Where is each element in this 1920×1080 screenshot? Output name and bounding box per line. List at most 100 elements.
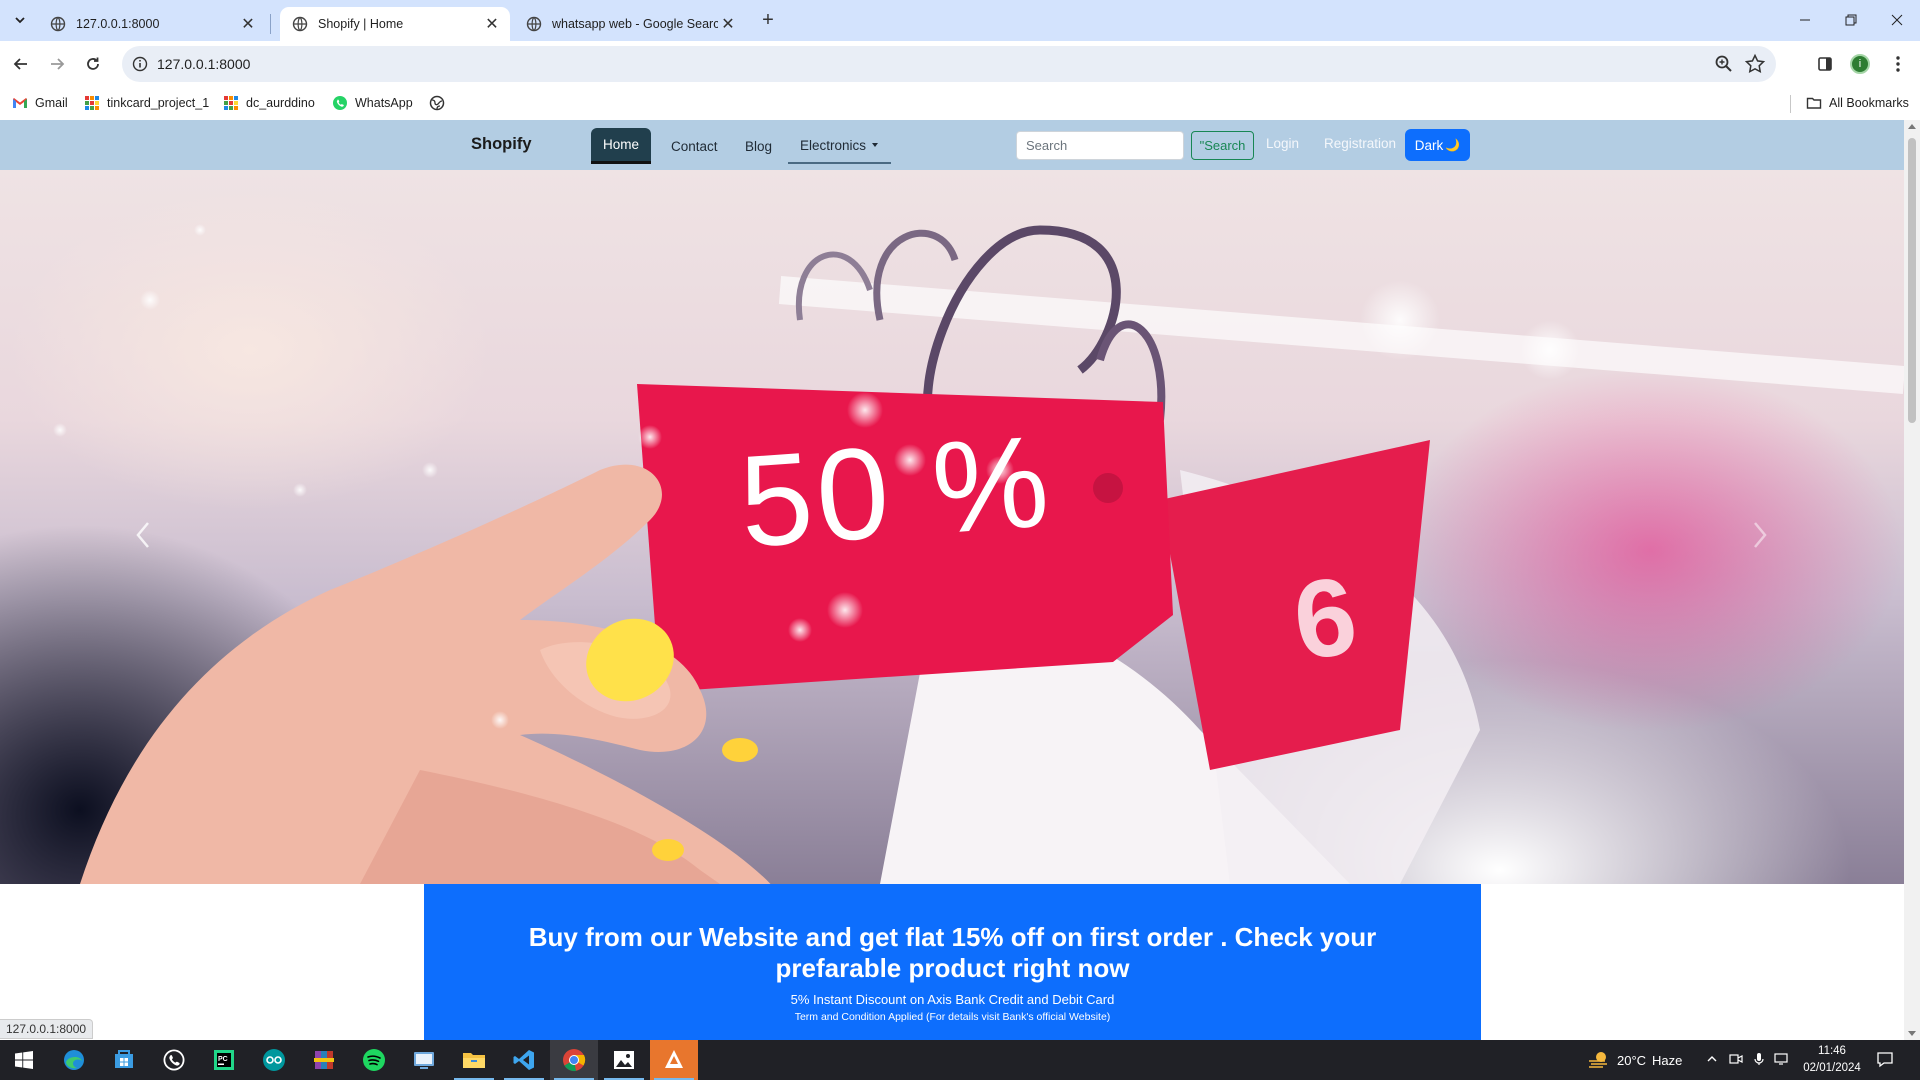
address-bar[interactable]: 127.0.0.1:8000 — [122, 46, 1776, 82]
taskbar-file-explorer[interactable] — [450, 1040, 498, 1080]
globe-icon — [429, 95, 445, 111]
forward-button[interactable] — [42, 49, 72, 79]
bookmark-tinkcard[interactable]: tinkcard_project_1 — [84, 92, 209, 114]
whatsapp-icon — [333, 96, 347, 110]
taskbar-sublime[interactable] — [650, 1040, 698, 1080]
gmail-icon — [13, 98, 27, 108]
all-bookmarks-label: All Bookmarks — [1829, 96, 1909, 110]
archive-icon — [314, 1051, 334, 1069]
caret-down-icon — [872, 143, 879, 147]
search-input[interactable] — [1016, 131, 1184, 160]
dark-mode-label: Dark — [1414, 137, 1444, 153]
side-panel-button[interactable] — [1810, 49, 1840, 79]
nav-blog[interactable]: Blog — [733, 128, 784, 164]
weather-desc: Haze — [1652, 1052, 1683, 1068]
taskbar-edge[interactable] — [50, 1040, 98, 1080]
all-bookmarks-button[interactable]: All Bookmarks — [1806, 92, 1909, 114]
scrollbar-thumb[interactable] — [1908, 138, 1916, 423]
bookmarks-bar: Gmail tinkcard_project_1 dc_aurddino Wha… — [0, 87, 1920, 119]
reload-button[interactable] — [78, 49, 108, 79]
search-button[interactable]: "Search — [1191, 131, 1254, 160]
taskbar-vscode[interactable] — [500, 1040, 548, 1080]
nav-home[interactable]: Home — [591, 128, 652, 164]
close-tab-icon[interactable]: ✕ — [718, 14, 738, 34]
side-panel-icon — [1818, 57, 1832, 71]
registration-link[interactable]: Registration — [1324, 136, 1396, 151]
page-scrollbar[interactable] — [1904, 120, 1920, 1040]
tab-search-button[interactable] — [8, 8, 32, 32]
carousel-prev-button[interactable] — [128, 515, 158, 555]
weather-widget[interactable]: 20°C Haze — [1587, 1040, 1695, 1080]
taskbar-photos[interactable] — [600, 1040, 648, 1080]
chrome-icon — [563, 1049, 586, 1072]
chevron-up-icon — [1707, 1056, 1717, 1062]
minimize-button[interactable] — [1782, 0, 1828, 40]
back-button[interactable] — [6, 49, 36, 79]
bookmark-gmail[interactable]: Gmail — [12, 92, 68, 114]
tray-overflow-button[interactable] — [1706, 1052, 1722, 1068]
taskbar-spotify[interactable] — [350, 1040, 398, 1080]
start-button[interactable] — [0, 1040, 48, 1080]
scroll-down-arrow-icon[interactable] — [1908, 1031, 1916, 1036]
whatsapp-icon — [163, 1049, 185, 1071]
dark-mode-toggle[interactable]: Dark 🌙 — [1405, 129, 1470, 161]
login-link[interactable]: Login — [1266, 136, 1299, 151]
site-navbar: Shopify Home Contact Blog Electronics "S… — [0, 120, 1904, 170]
url-text[interactable]: 127.0.0.1:8000 — [157, 56, 250, 72]
promo-terms: Term and Condition Applied (For details … — [794, 1011, 1111, 1023]
page-viewport: Shopify Home Contact Blog Electronics "S… — [0, 120, 1904, 1040]
profile-button[interactable]: i — [1845, 49, 1875, 79]
tray-network[interactable] — [1774, 1052, 1790, 1068]
nav-electronics-dropdown[interactable]: Electronics — [788, 128, 891, 164]
tray-meet-now[interactable] — [1729, 1052, 1745, 1068]
reload-icon — [87, 57, 99, 70]
tab-title: Shopify | Home — [318, 17, 404, 31]
taskbar-store[interactable] — [100, 1040, 148, 1080]
scroll-up-arrow-icon[interactable] — [1908, 124, 1916, 129]
taskbar-whatsapp[interactable] — [150, 1040, 198, 1080]
taskbar-pycharm[interactable]: PC — [200, 1040, 248, 1080]
clock-time: 11:46 — [1818, 1045, 1846, 1057]
zoom-icon[interactable] — [1714, 54, 1734, 74]
taskbar-winrar[interactable] — [300, 1040, 348, 1080]
close-icon — [1891, 14, 1903, 26]
tray-microphone[interactable] — [1752, 1052, 1768, 1068]
chrome-menu-button[interactable] — [1883, 49, 1913, 79]
carousel-next-button[interactable] — [1745, 515, 1775, 555]
new-tab-button[interactable]: + — [756, 8, 780, 32]
globe-icon — [292, 16, 308, 32]
avatar-initial: i — [1858, 58, 1862, 70]
bookmark-label: WhatsApp — [355, 96, 413, 110]
notification-icon — [1877, 1052, 1893, 1068]
nav-home-label: Home — [603, 137, 640, 152]
tab-localhost[interactable]: 127.0.0.1:8000 ✕ — [38, 7, 266, 41]
system-clock[interactable]: 11:46 02/01/2024 — [1792, 1043, 1872, 1077]
browser-tab-bar: 127.0.0.1:8000 ✕ Shopify | Home ✕ whatsa… — [0, 0, 1920, 41]
taskbar-teams-app[interactable] — [400, 1040, 448, 1080]
bookmark-whatsapp[interactable]: WhatsApp — [332, 92, 413, 114]
nav-contact[interactable]: Contact — [659, 128, 730, 164]
pycharm-icon: PC — [214, 1050, 234, 1070]
close-tab-icon[interactable]: ✕ — [482, 14, 502, 34]
spotify-icon — [363, 1049, 385, 1071]
network-icon — [1774, 1053, 1788, 1065]
site-brand[interactable]: Shopify — [471, 135, 532, 154]
taskbar-arduino[interactable] — [250, 1040, 298, 1080]
restore-button[interactable] — [1828, 0, 1874, 40]
bookmark-label: Gmail — [35, 96, 68, 110]
bookmark-label: dc_aurddino — [246, 96, 315, 110]
app-icon — [665, 1050, 683, 1068]
bookmark-unnamed[interactable] — [429, 92, 445, 114]
bookmark-dc-aurddino[interactable]: dc_aurddino — [223, 92, 315, 114]
tab-shopify-home[interactable]: Shopify | Home ✕ — [280, 7, 510, 41]
close-tab-icon[interactable]: ✕ — [238, 14, 258, 34]
tab-separator — [270, 14, 271, 34]
tab-whatsapp-search[interactable]: whatsapp web - Google Search ✕ — [514, 7, 746, 41]
restore-icon — [1845, 14, 1857, 26]
taskbar-chrome[interactable] — [550, 1040, 598, 1080]
globe-icon — [50, 16, 66, 32]
site-info-icon[interactable] — [130, 54, 150, 74]
notification-center-button[interactable] — [1876, 1050, 1896, 1070]
bookmark-star-icon[interactable] — [1744, 53, 1766, 75]
close-window-button[interactable] — [1874, 0, 1920, 40]
